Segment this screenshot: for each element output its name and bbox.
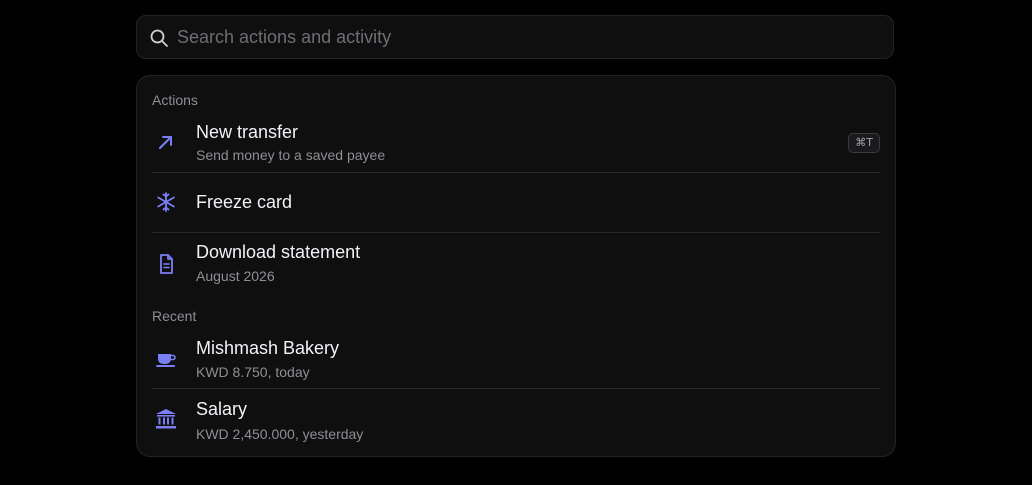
- recent-item-mishmash-bakery[interactable]: Mishmash Bakery KWD 8.750, today: [152, 336, 880, 386]
- divider: [152, 172, 880, 173]
- recent-title: Salary: [196, 399, 248, 419]
- shortcut-badge: ⌘T: [848, 133, 880, 153]
- bank-icon: [156, 409, 176, 429]
- search-bar[interactable]: [136, 15, 894, 59]
- action-subtitle: Send money to a saved payee: [196, 147, 386, 163]
- action-title: New transfer: [196, 122, 299, 142]
- recent-item-salary[interactable]: Salary KWD 2,450.000, yesterday: [152, 397, 880, 447]
- divider: [152, 388, 880, 389]
- recent-subtitle: KWD 8.750, today: [196, 364, 310, 380]
- recent-subtitle: KWD 2,450.000, yesterday: [196, 426, 364, 442]
- arrow-up-right-icon: [159, 136, 172, 149]
- action-freeze-card[interactable]: Freeze card: [152, 182, 880, 222]
- coffee-cup-icon: [156, 354, 176, 367]
- action-new-transfer[interactable]: New transfer Send money to a saved payee…: [152, 120, 880, 170]
- search-icon: [150, 29, 168, 47]
- snowflake-icon: [157, 192, 175, 212]
- section-label-recent: Recent: [152, 308, 197, 324]
- action-title: Freeze card: [196, 192, 293, 212]
- recent-title: Mishmash Bakery: [196, 338, 340, 358]
- search-input[interactable]: [177, 16, 877, 58]
- section-label-actions: Actions: [152, 92, 198, 108]
- action-download-statement[interactable]: Download statement August 2026: [152, 240, 880, 290]
- divider: [152, 232, 880, 233]
- document-icon: [160, 254, 173, 274]
- action-title: Download statement: [196, 242, 361, 262]
- action-subtitle: August 2026: [196, 268, 275, 284]
- command-palette-panel: Actions New transfer Send money to a sav…: [136, 75, 896, 457]
